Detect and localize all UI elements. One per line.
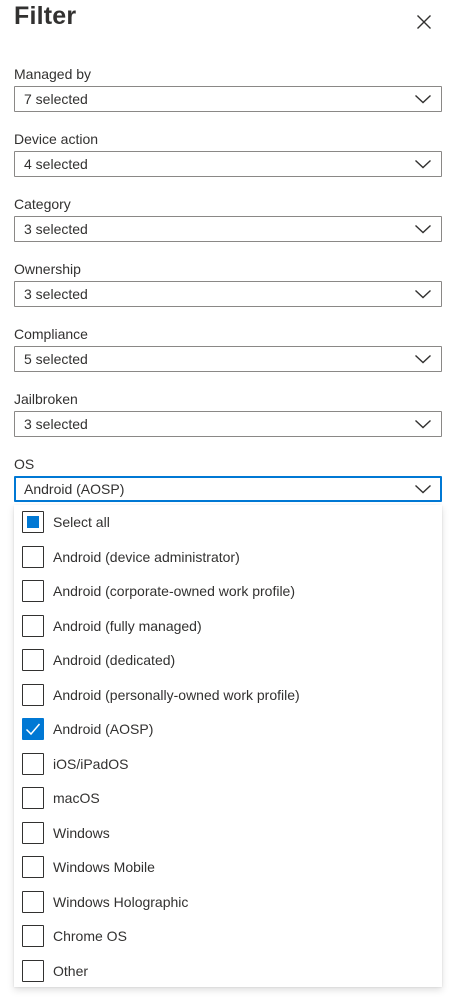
option-label: Chrome OS (53, 928, 127, 944)
os-option-other[interactable]: Other (14, 954, 442, 988)
os-option-chrome-os[interactable]: Chrome OS (14, 919, 442, 954)
dropdown-value: 3 selected (24, 416, 88, 432)
dropdown-value: 3 selected (24, 221, 88, 237)
os-dropdown[interactable]: Android (AOSP) (14, 476, 442, 502)
checkbox[interactable] (22, 890, 44, 913)
checkbox[interactable] (22, 580, 44, 602)
checkbox[interactable] (22, 787, 44, 809)
os-option-android-device-administrator[interactable]: Android (device administrator) (14, 540, 442, 575)
category-dropdown[interactable]: 3 selected (14, 216, 442, 242)
checkbox[interactable] (22, 649, 44, 671)
filter-fields: Managed by 7 selected Device action 4 se… (14, 64, 442, 519)
close-button[interactable] (408, 6, 440, 38)
field-label: Category (14, 196, 71, 212)
dropdown-value: 4 selected (24, 156, 88, 172)
dropdown-value: 5 selected (24, 351, 88, 367)
field-jailbroken: Jailbroken 3 selected (14, 389, 442, 454)
ownership-dropdown[interactable]: 3 selected (14, 281, 442, 307)
dropdown-value: 3 selected (24, 286, 88, 302)
os-options-list: Select all Android (device administrator)… (14, 505, 442, 987)
os-option-select-all[interactable]: Select all (14, 505, 442, 540)
field-managed-by: Managed by 7 selected (14, 64, 442, 129)
checkbox-checked[interactable] (22, 718, 44, 740)
chevron-down-icon (415, 484, 431, 494)
field-label: Managed by (14, 66, 92, 82)
chevron-down-icon (415, 289, 431, 299)
option-label: Android (corporate-owned work profile) (53, 583, 295, 599)
option-label: Android (device administrator) (53, 548, 240, 565)
os-option-android-personally-owned-work-profile[interactable]: Android (personally-owned work profile) (14, 678, 442, 713)
option-label: Android (personally-owned work profile) (53, 686, 300, 703)
field-category: Category 3 selected (14, 194, 442, 259)
checkbox[interactable] (22, 856, 44, 878)
option-label: Select all (53, 514, 110, 530)
field-label: Compliance (14, 326, 88, 342)
checkbox-indeterminate[interactable] (22, 511, 44, 533)
field-label: Device action (14, 131, 99, 147)
close-icon (417, 15, 431, 29)
os-option-android-corporate-owned-work-profile[interactable]: Android (corporate-owned work profile) (14, 574, 442, 609)
chevron-down-icon (415, 224, 431, 234)
device-action-dropdown[interactable]: 4 selected (14, 151, 442, 177)
checkbox[interactable] (22, 683, 44, 706)
os-option-windows-holographic[interactable]: Windows Holographic (14, 885, 442, 920)
compliance-dropdown[interactable]: 5 selected (14, 346, 442, 372)
os-option-android-fully-managed[interactable]: Android (fully managed) (14, 609, 442, 644)
os-option-ios-ipados[interactable]: iOS/iPadOS (14, 747, 442, 782)
checkbox[interactable] (22, 821, 44, 844)
option-label: Windows (53, 824, 110, 841)
chevron-down-icon (415, 94, 431, 104)
os-option-windows[interactable]: Windows (14, 816, 442, 851)
managed-by-dropdown[interactable]: 7 selected (14, 86, 442, 112)
field-label: OS (14, 456, 35, 472)
os-option-macos[interactable]: macOS (14, 781, 442, 816)
field-device-action: Device action 4 selected (14, 129, 442, 194)
option-label: Android (AOSP) (53, 721, 154, 737)
field-ownership: Ownership 3 selected (14, 259, 442, 324)
checkbox[interactable] (22, 614, 44, 637)
chevron-down-icon (415, 419, 431, 429)
panel-title: Filter (14, 2, 77, 30)
option-label: Windows Mobile (53, 859, 155, 875)
chevron-down-icon (415, 354, 431, 364)
os-option-android-aosp[interactable]: Android (AOSP) (14, 712, 442, 747)
os-option-android-dedicated[interactable]: Android (dedicated) (14, 643, 442, 678)
option-label: macOS (53, 790, 100, 806)
chevron-down-icon (415, 159, 431, 169)
option-label: iOS/iPadOS (53, 755, 129, 772)
checkmark-icon (25, 723, 41, 736)
option-label: Android (fully managed) (53, 617, 202, 634)
dropdown-value: 7 selected (24, 91, 88, 107)
field-label: Ownership (14, 261, 81, 277)
checkbox[interactable] (22, 925, 44, 947)
option-label: Other (53, 962, 89, 979)
option-label: Android (dedicated) (53, 652, 176, 668)
checkbox[interactable] (22, 545, 44, 568)
field-compliance: Compliance 5 selected (14, 324, 442, 389)
checkbox[interactable] (22, 752, 44, 775)
jailbroken-dropdown[interactable]: 3 selected (14, 411, 442, 437)
dropdown-value: Android (AOSP) (24, 481, 125, 497)
checkbox[interactable] (22, 959, 44, 982)
os-option-windows-mobile[interactable]: Windows Mobile (14, 850, 442, 885)
field-label: Jailbroken (14, 391, 78, 407)
option-label: Windows Holographic (53, 893, 189, 910)
